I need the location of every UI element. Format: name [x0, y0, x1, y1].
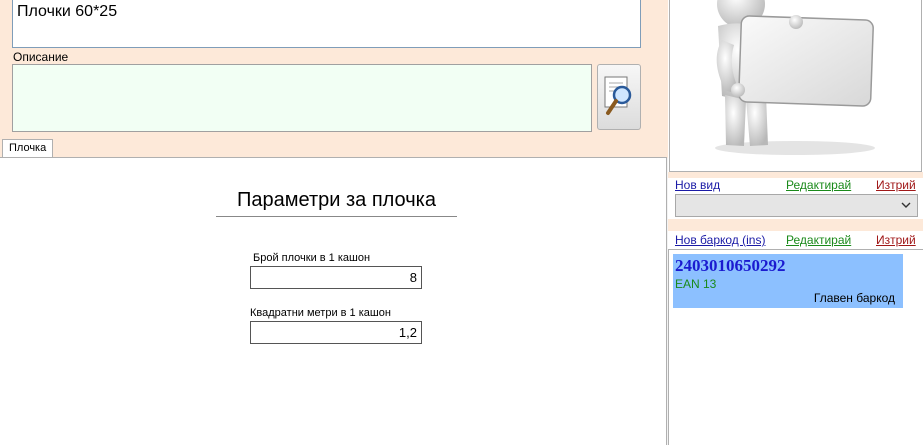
edit-view-link[interactable]: Редактирай	[786, 178, 851, 192]
sqm-per-box-label: Квадратни метри в 1 кашон	[250, 307, 391, 319]
tab-tile[interactable]: Плочка	[2, 139, 54, 158]
magnifier-document-icon	[602, 73, 636, 122]
search-button[interactable]	[597, 64, 641, 130]
section-divider	[668, 219, 923, 231]
edit-barcode-link[interactable]: Редактирай	[786, 233, 851, 247]
description-field[interactable]	[12, 64, 592, 132]
tiles-per-box-field[interactable]: 8	[250, 266, 422, 289]
tab-strip: Плочка	[0, 138, 668, 158]
delete-view-link[interactable]: Изтрий	[876, 178, 916, 192]
barcode-type: EAN 13	[675, 277, 717, 291]
main-barcode-label: Главен баркод	[813, 291, 895, 305]
list-item[interactable]: 2403010650292 EAN 13 Главен баркод	[673, 254, 903, 308]
barcode-links-row: Нов баркод (ins) Редактирай Изтрий	[668, 233, 923, 249]
barcode-number: 2403010650292	[675, 256, 786, 275]
view-select[interactable]	[675, 194, 918, 217]
product-header-panel: Плочки 60*25 Описание	[0, 0, 668, 138]
description-label: Описание	[13, 50, 69, 64]
product-name-field[interactable]: Плочки 60*25	[12, 0, 641, 48]
right-panel: Нов вид Редактирай Изтрий Нов баркод (in…	[668, 0, 923, 445]
tile-params-panel: Параметри за плочка Брой плочки в 1 кашо…	[0, 157, 667, 445]
sqm-per-box-field[interactable]: 1,2	[250, 321, 422, 344]
new-view-link[interactable]: Нов вид	[675, 178, 720, 192]
product-image[interactable]	[669, 0, 922, 172]
product-window: Плочки 60*25 Описание Плочка Параметри з…	[0, 0, 923, 445]
params-title: Параметри за плочка	[216, 189, 457, 217]
person-holding-blank-sign-image	[715, 0, 875, 155]
tiles-per-box-label: Брой плочки в 1 кашон	[253, 252, 371, 264]
chevron-down-icon	[901, 199, 911, 214]
delete-barcode-link[interactable]: Изтрий	[876, 233, 916, 247]
view-links-row: Нов вид Редактирай Изтрий	[668, 178, 923, 194]
new-barcode-link[interactable]: Нов баркод (ins)	[675, 233, 765, 247]
barcode-list: 2403010650292 EAN 13 Главен баркод	[668, 249, 923, 445]
